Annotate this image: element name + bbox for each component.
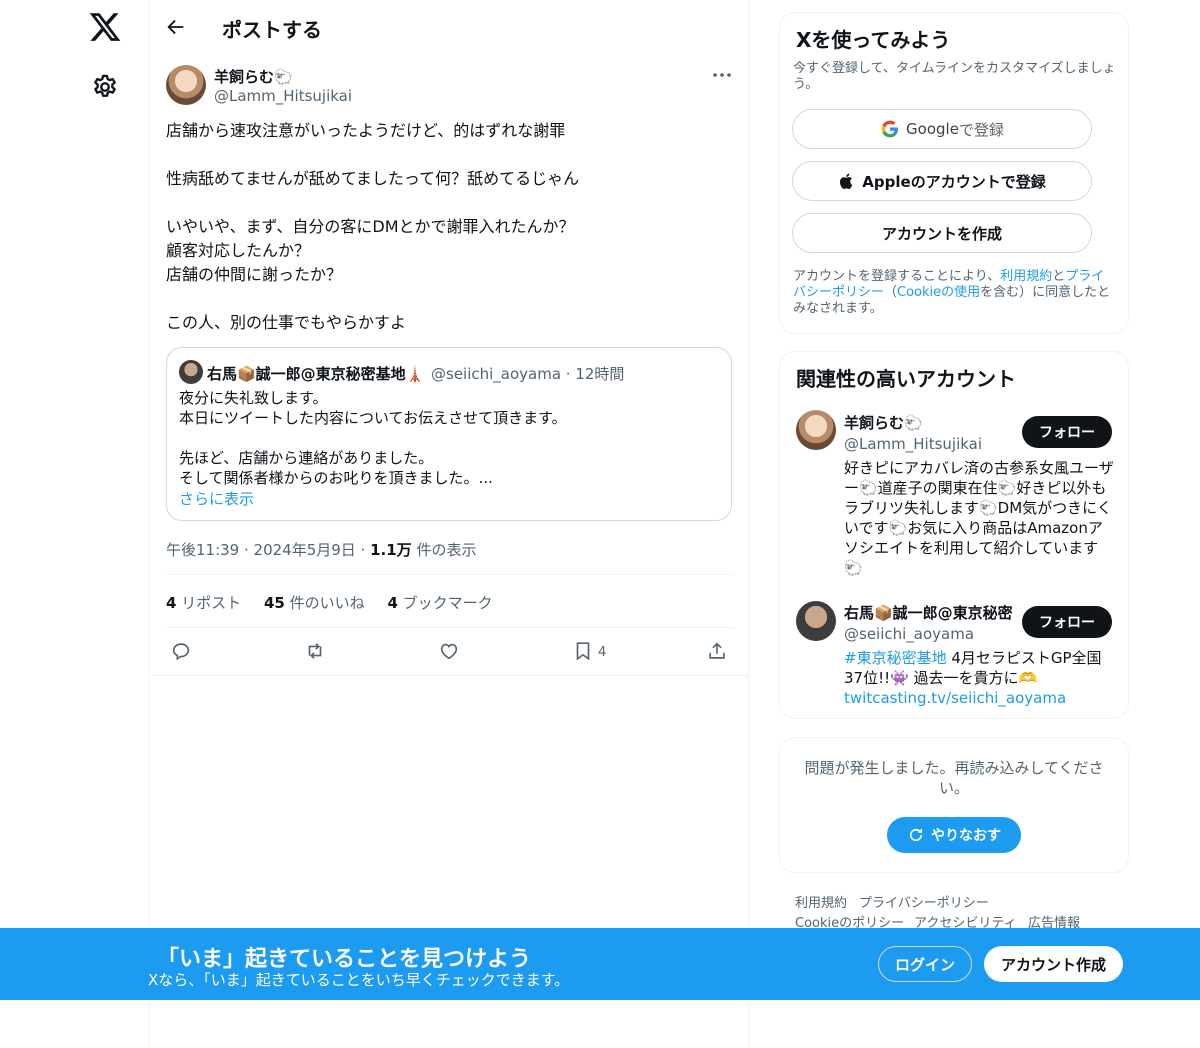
page-title: ポストする [222, 18, 322, 42]
related-account-name[interactable]: 羊飼らむ🐑 [844, 412, 923, 433]
repost-icon[interactable] [304, 640, 326, 662]
back-arrow-icon[interactable] [165, 16, 187, 38]
related-account-bio: #東京秘密基地 4月セラピストGP全国37位!!👾 過去一を貴方に🫶 twitca… [844, 649, 1102, 707]
post-text-line: 店舗から速攻注意がいったようだけど、的はずれな謝罪 [166, 121, 566, 140]
google-signup-label: で登録 [958, 120, 1004, 139]
apple-icon [840, 173, 853, 189]
quoted-author-avatar [179, 360, 203, 384]
x-logo-icon[interactable] [88, 10, 122, 44]
views-count: 1.1万 [370, 541, 412, 559]
quoted-text-line: 先ほど、店舗から連絡がありました。 [179, 449, 434, 467]
post-time-date[interactable]: 午後11:39 · 2024年5月9日 · [166, 541, 370, 559]
refresh-icon [909, 828, 923, 842]
retry-label: やりなおす [931, 828, 1001, 844]
avatar[interactable] [796, 601, 836, 641]
create-account-button[interactable]: アカウントを作成 [792, 213, 1092, 253]
signup-legal-text: アカウントを登録することにより、利用規約とプライバシーポリシー（Cookieの使… [793, 269, 1111, 316]
google-icon [881, 120, 899, 138]
apple-signup-label: Appleのアカウントで登録 [862, 172, 1046, 191]
footer-link-terms[interactable]: 利用規約 [795, 892, 847, 911]
author-avatar[interactable] [166, 65, 206, 105]
show-more-link[interactable]: さらに表示 [179, 488, 254, 509]
author-name[interactable]: 羊飼らむ🐑 [214, 66, 293, 87]
login-button[interactable]: ログイン [878, 946, 972, 982]
signup-title: Xを使ってみよう [796, 28, 951, 52]
related-account-name[interactable]: 右馬📦誠一郎@東京秘密 [844, 602, 1014, 623]
likes-stat[interactable]: 45 件のいいね [264, 594, 365, 612]
views-label: 件の表示 [411, 541, 477, 559]
related-account-bio: 好きピにアカバレ済の古参系女風ユーザー🐑道産子の関東在住🐑好きピ以外もラブリツ失… [844, 459, 1114, 577]
reposts-stat[interactable]: 4 リポスト [166, 594, 241, 612]
reply-icon[interactable] [170, 640, 192, 662]
quoted-text-line: 本日にツイートした内容についてお伝えさせて頂きます。 [179, 409, 567, 427]
follow-button[interactable]: フォロー [1022, 606, 1112, 638]
banner-subtitle: Xなら、「いま」起きていることをいち早くチェックできます。 [148, 971, 570, 989]
google-brand: Google [906, 120, 959, 138]
quoted-author-handle-time: @seiichi_aoyama · 12時間 [431, 365, 625, 383]
related-account-handle[interactable]: @Lamm_Hitsujikai [844, 435, 982, 453]
like-icon[interactable] [438, 640, 460, 662]
main-column [149, 0, 749, 1048]
profile-link[interactable]: twitcasting.tv/seiichi_aoyama [844, 689, 1066, 707]
signup-subtitle: 今すぐ登録して、タイムラインをカスタマイズしましょう。 [793, 61, 1116, 92]
bookmark-count: 4 [598, 645, 607, 660]
more-icon[interactable] [712, 72, 732, 78]
retry-button[interactable]: やりなおす [887, 817, 1021, 853]
post-stats: 4 リポスト 45 件のいいね 4 ブックマーク [166, 592, 493, 613]
bookmark-icon[interactable] [572, 640, 594, 662]
avatar[interactable] [796, 410, 836, 450]
related-account-handle[interactable]: @seiichi_aoyama [844, 625, 974, 643]
post-text-line: 顧客対応したんか？ [166, 241, 311, 260]
author-handle[interactable]: @Lamm_Hitsujikai [214, 87, 352, 105]
apple-signup-button[interactable]: Appleのアカウントで登録 [792, 161, 1092, 201]
create-account-label: アカウントを作成 [881, 224, 1002, 243]
post-text-line: 性病舐めてませんが舐めてましたって何？舐めてるじゃん [166, 169, 580, 188]
divider [150, 675, 748, 676]
terms-link[interactable]: 利用規約 [1000, 269, 1052, 284]
quoted-text-line: そして関係者様からのお叱りを頂きました。... [179, 469, 493, 487]
follow-button[interactable]: フォロー [1022, 416, 1112, 448]
bookmarks-stat[interactable]: 4 ブックマーク [387, 594, 492, 612]
related-accounts-title: 関連性の高いアカウント [796, 367, 1016, 391]
divider [166, 627, 733, 628]
error-message: 問題が発生しました。再読み込みしてください。 [804, 759, 1104, 797]
gear-icon[interactable] [91, 73, 119, 101]
post-text-line: この人、別の仕事でもやらかすよ [166, 313, 407, 332]
post-text-line: 店舗の仲間に謝ったか？ [166, 265, 343, 284]
share-icon[interactable] [706, 640, 728, 662]
quoted-author-name: 右馬📦誠一郎@東京秘密基地🗼 [207, 365, 425, 383]
post-text-line: いやいや、まず、自分の客にDMとかで謝罪入れたんか？ [166, 217, 575, 236]
post-meta: 午後11:39 · 2024年5月9日 · 1.1万 件の表示 [166, 539, 476, 560]
hashtag-link[interactable]: #東京秘密基地 [844, 649, 947, 667]
footer-link-privacy[interactable]: プライバシーポリシー [859, 892, 989, 911]
banner-signup-button[interactable]: アカウント作成 [984, 946, 1123, 982]
divider [166, 574, 733, 575]
quoted-text-line: 夜分に失礼致します。 [179, 389, 328, 407]
google-signup-button[interactable]: Google で登録 [792, 109, 1092, 149]
cookie-link[interactable]: Cookieの使用 [897, 285, 980, 300]
